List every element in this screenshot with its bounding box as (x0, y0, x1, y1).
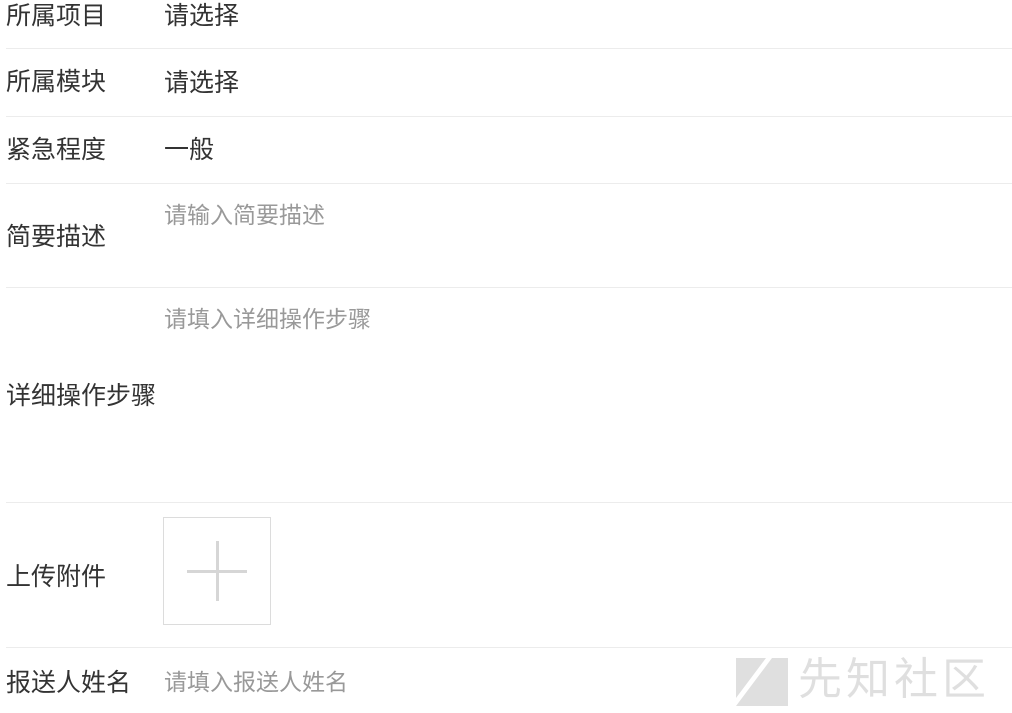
reporter-input[interactable]: 请填入报送人姓名 (164, 648, 732, 713)
attachment-row: 上传附件 (0, 503, 1012, 647)
urgency-row[interactable]: 紧急程度 一般 (0, 117, 1012, 183)
module-label: 所属模块 (6, 67, 107, 96)
urgency-label: 紧急程度 (6, 135, 107, 164)
attachment-label: 上传附件 (6, 562, 107, 591)
steps-label: 详细操作步骤 (6, 381, 157, 410)
watermark-text: 先知社区 (798, 654, 990, 705)
xianzhi-logo-icon (736, 658, 788, 706)
steps-textarea[interactable]: 请填入详细操作步骤 (164, 288, 992, 502)
summary-textarea[interactable]: 请输入简要描述 (164, 184, 992, 287)
module-row[interactable]: 所属模块 请选择 (0, 49, 1012, 116)
steps-row: 详细操作步骤 请填入详细操作步骤 (0, 288, 1012, 502)
project-label: 所属项目 (6, 1, 107, 30)
summary-placeholder: 请输入简要描述 (164, 203, 325, 229)
steps-placeholder: 请填入详细操作步骤 (164, 307, 371, 333)
summary-row: 简要描述 请输入简要描述 (0, 184, 1012, 287)
project-row[interactable]: 所属项目 请选择 (0, 0, 1012, 48)
summary-label: 简要描述 (6, 222, 107, 251)
project-select[interactable]: 请选择 (164, 1, 239, 31)
urgency-select[interactable]: 一般 (164, 135, 214, 165)
reporter-label: 报送人姓名 (6, 668, 132, 697)
watermark: 先知社区 (732, 654, 1002, 710)
upload-attachment-button[interactable] (163, 517, 271, 625)
module-select[interactable]: 请选择 (164, 68, 239, 98)
reporter-placeholder: 请填入报送人姓名 (164, 670, 348, 696)
